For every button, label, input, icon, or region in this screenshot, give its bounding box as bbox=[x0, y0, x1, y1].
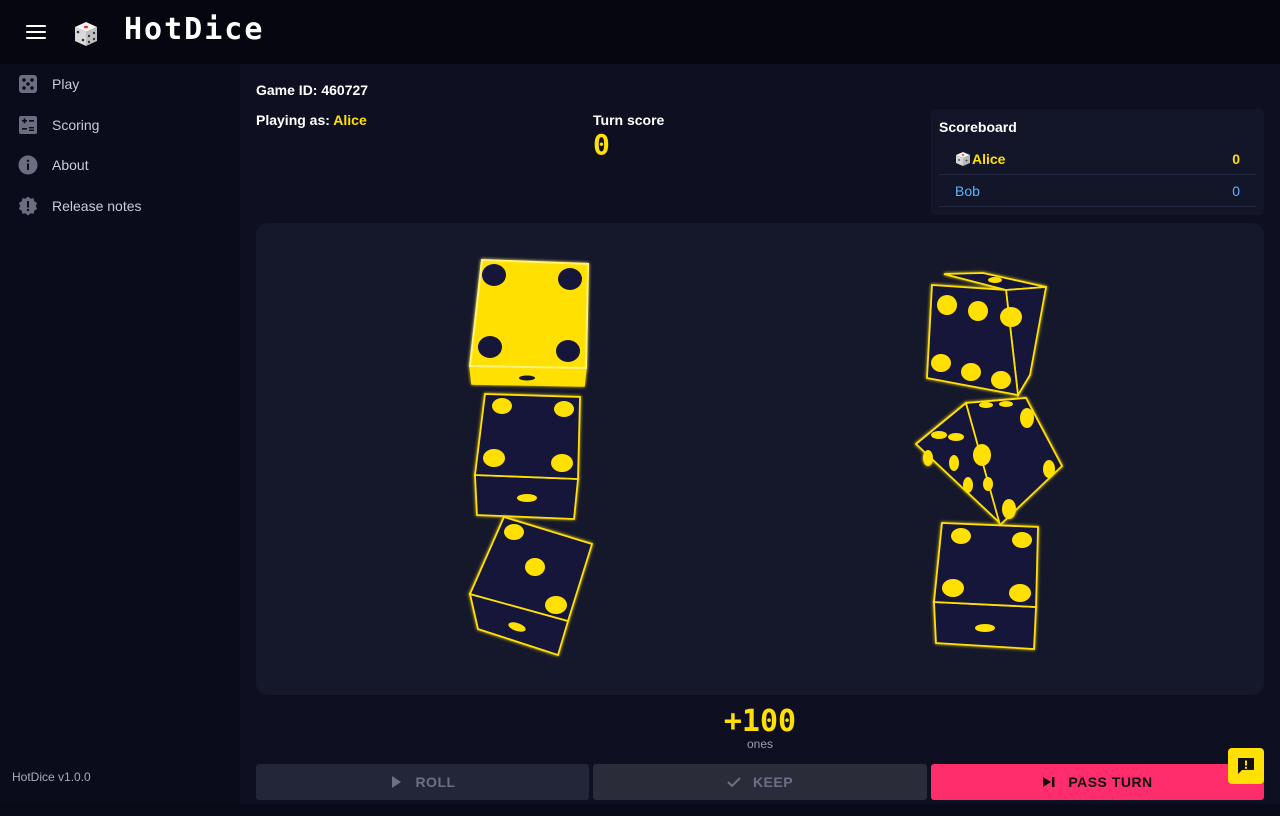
sidebar-item-play[interactable]: Play bbox=[0, 64, 240, 104]
badge-alert-icon bbox=[18, 196, 38, 216]
feedback-button[interactable] bbox=[1228, 748, 1264, 784]
die-1[interactable] bbox=[468, 258, 590, 387]
turn-score-label: Turn score bbox=[593, 112, 665, 128]
sidebar-item-label: Release notes bbox=[52, 198, 142, 214]
keep-button[interactable]: KEEP bbox=[593, 764, 927, 800]
calculator-icon bbox=[19, 116, 37, 134]
app-title: HotDice bbox=[124, 12, 265, 47]
sidebar-item-label: About bbox=[52, 157, 89, 173]
keep-button-label: KEEP bbox=[752, 774, 794, 790]
selection-description: ones bbox=[746, 737, 774, 751]
playing-as: Playing as: Alice bbox=[256, 112, 367, 128]
pass-turn-button[interactable]: PASS TURN bbox=[931, 764, 1264, 800]
scoreboard-title: Scoreboard bbox=[939, 119, 1017, 135]
player-entry: Alice bbox=[955, 151, 1005, 167]
die-3[interactable] bbox=[468, 515, 594, 657]
app-version: HotDice v1.0.0 bbox=[12, 770, 91, 784]
dice-canvas bbox=[468, 258, 1064, 657]
current-turn-dice-icon bbox=[956, 151, 970, 166]
player-score: 0 bbox=[1232, 150, 1240, 167]
sidebar-item-label: Play bbox=[52, 76, 80, 92]
hamburger-menu-icon[interactable] bbox=[24, 22, 48, 42]
dice-icon bbox=[19, 75, 37, 93]
roll-button[interactable]: ROLL bbox=[256, 764, 589, 800]
sidebar-item-scoring[interactable]: Scoring bbox=[0, 105, 240, 145]
sidebar-item-label: Scoring bbox=[52, 117, 100, 133]
die-5[interactable] bbox=[914, 397, 1064, 527]
skip-next-icon bbox=[1043, 777, 1055, 787]
die-4[interactable] bbox=[926, 272, 1048, 398]
app-root: HotDice Play Scoring About Release notes… bbox=[0, 0, 1280, 816]
top-app-bar: HotDice bbox=[0, 0, 1280, 64]
play-icon bbox=[392, 776, 402, 788]
scoreboard-row: Bob 0 bbox=[939, 175, 1256, 207]
player-name: Bob bbox=[955, 182, 980, 199]
dice-board bbox=[256, 223, 1264, 695]
sidebar-item-about[interactable]: About bbox=[0, 145, 240, 185]
pass-turn-button-label: PASS TURN bbox=[1068, 774, 1153, 790]
playing-as-label: Playing as: bbox=[256, 112, 334, 128]
sidebar-item-release-notes[interactable]: Release notes bbox=[0, 186, 240, 226]
roll-button-label: ROLL bbox=[415, 774, 456, 790]
die-2[interactable] bbox=[473, 393, 581, 520]
sidebar: Play Scoring About Release notes HotDice… bbox=[0, 64, 240, 804]
die-6[interactable] bbox=[933, 522, 1039, 650]
scoreboard-row: Alice 0 bbox=[939, 143, 1256, 175]
turn-score-value: 0 bbox=[593, 128, 610, 161]
feedback-icon bbox=[1238, 758, 1254, 774]
player-name: Alice bbox=[972, 150, 1006, 167]
player-score: 0 bbox=[1232, 182, 1240, 199]
info-icon bbox=[18, 155, 38, 175]
scoreboard: Scoreboard Alice 0 Bob 0 bbox=[931, 109, 1264, 215]
player-name: Alice bbox=[333, 112, 367, 128]
main-content: Game ID: 460727 Playing as: Alice Turn s… bbox=[240, 64, 1280, 804]
check-icon bbox=[727, 777, 741, 788]
logo-dice-icon bbox=[75, 22, 97, 46]
game-id: Game ID: 460727 bbox=[256, 82, 369, 98]
selection-points: +100 bbox=[723, 704, 797, 739]
